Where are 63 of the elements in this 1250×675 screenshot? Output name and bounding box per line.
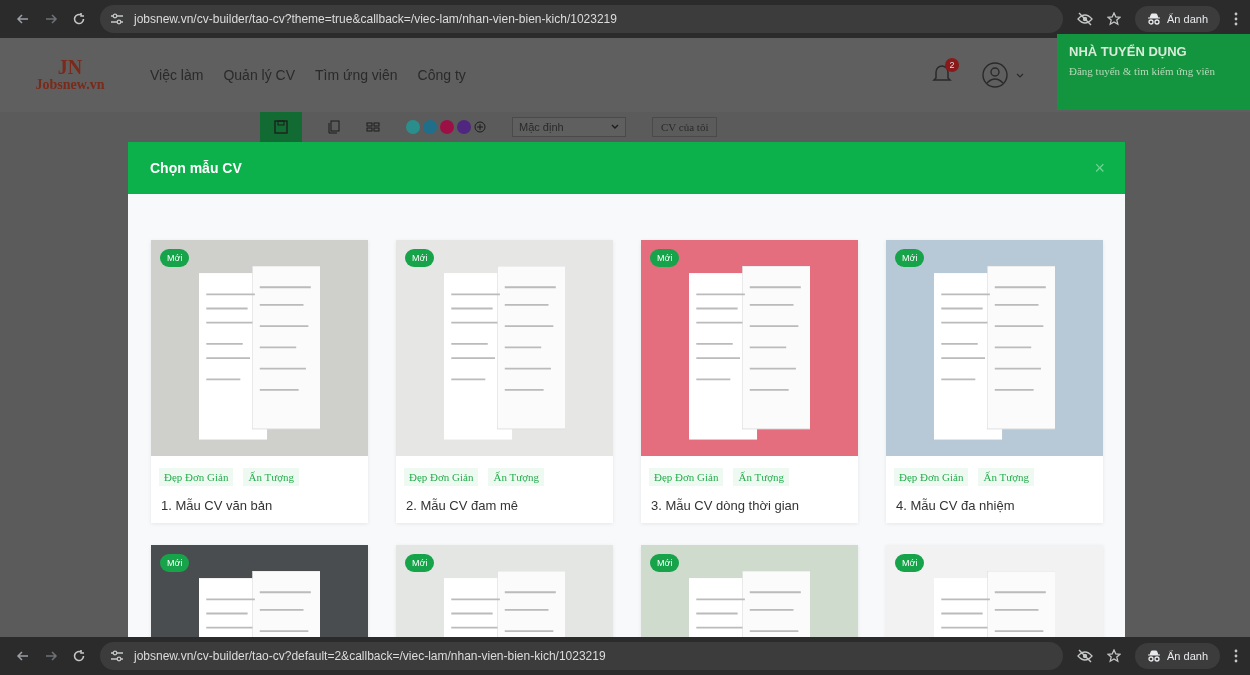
incognito-icon bbox=[1147, 650, 1161, 662]
menu-icon[interactable] bbox=[1234, 12, 1238, 26]
template-card[interactable]: Mới bbox=[886, 545, 1103, 637]
template-title[interactable]: 3. Mẫu CV dòng thời gian bbox=[641, 486, 858, 523]
notification-count: 2 bbox=[945, 58, 959, 72]
color-swatch[interactable] bbox=[457, 120, 471, 134]
style-tag[interactable]: Đẹp Đơn Giản bbox=[404, 468, 479, 486]
url-text: jobsnew.vn/cv-builder/tao-cv?default=2&callback=/viec-lam/nhan-vien-bien-kich/1023219 bbox=[134, 649, 606, 663]
logo-text: Jobsnew.vn bbox=[35, 77, 105, 93]
template-card[interactable]: Mới bbox=[641, 545, 858, 637]
new-badge: Mới bbox=[650, 249, 680, 267]
address-bar[interactable]: jobsnew.vn/cv-builder/tao-cv?default=2&callback=/viec-lam/nhan-vien-bien-kich/1023219 bbox=[100, 642, 1063, 670]
template-card[interactable]: Mới Đẹp Đơn Giản Ấn Tượng 4. Mẫu CV đa nhiệm bbox=[886, 240, 1103, 523]
url-text: jobsnew.vn/cv-builder/tao-cv?theme=true&callback=/viec-lam/nhan-vien-bien-kich/1023219 bbox=[134, 12, 617, 26]
site-settings-icon[interactable] bbox=[110, 650, 124, 662]
template-title[interactable]: 4. Mẫu CV đa nhiệm bbox=[886, 486, 1103, 523]
site-settings-icon[interactable] bbox=[110, 13, 124, 25]
back-icon[interactable] bbox=[16, 12, 30, 26]
new-badge: Mới bbox=[160, 554, 190, 572]
incognito-profile-button[interactable]: Ẩn danh bbox=[1135, 643, 1220, 669]
style-tag[interactable]: Ấn Tượng bbox=[733, 468, 789, 486]
style-tag[interactable]: Ấn Tượng bbox=[243, 468, 299, 486]
menu-icon[interactable] bbox=[1234, 649, 1238, 663]
template-title[interactable]: 2. Mẫu CV đam mê bbox=[396, 486, 613, 523]
color-swatch[interactable] bbox=[440, 120, 454, 134]
new-badge: Mới bbox=[405, 554, 435, 572]
eye-off-icon[interactable] bbox=[1077, 649, 1093, 663]
color-swatch[interactable] bbox=[423, 120, 437, 134]
new-badge: Mới bbox=[895, 554, 925, 572]
logo-mark: JN bbox=[57, 57, 83, 77]
reload-icon[interactable] bbox=[72, 12, 86, 26]
style-tag[interactable]: Đẹp Đơn Giản bbox=[894, 468, 969, 486]
new-badge: Mới bbox=[160, 249, 190, 267]
template-card[interactable]: Mới bbox=[396, 545, 613, 637]
address-bar[interactable]: jobsnew.vn/cv-builder/tao-cv?theme=true&callback=/viec-lam/nhan-vien-bien-kich/1023219 bbox=[100, 5, 1063, 33]
template-card[interactable]: Mới Đẹp Đơn Giản Ấn Tượng 3. Mẫu CV dòng thời gian bbox=[641, 240, 858, 523]
template-card[interactable]: Mới bbox=[151, 545, 368, 637]
new-badge: Mới bbox=[650, 554, 680, 572]
style-tag[interactable]: Ấn Tượng bbox=[978, 468, 1034, 486]
employer-subtitle: Đăng tuyển & tìm kiếm ứng viên bbox=[1069, 65, 1216, 77]
incognito-icon bbox=[1147, 13, 1161, 25]
employer-banner[interactable]: NHÀ TUYỂN DỤNG Đăng tuyển & tìm kiếm ứng viên bbox=[1057, 34, 1250, 110]
template-card[interactable]: Mới Đẹp Đơn Giản Ấn Tượng 2. Mẫu CV đam mê bbox=[396, 240, 613, 523]
bookmark-star-icon[interactable] bbox=[1107, 12, 1121, 26]
new-badge: Mới bbox=[895, 249, 925, 267]
employer-title: NHÀ TUYỂN DỤNG bbox=[1069, 44, 1188, 59]
incognito-profile-button[interactable]: Ẩn danh bbox=[1135, 6, 1220, 32]
style-tag[interactable]: Đẹp Đơn Giản bbox=[649, 468, 724, 486]
bookmark-star-icon[interactable] bbox=[1107, 649, 1121, 663]
style-tag[interactable]: Đẹp Đơn Giản bbox=[159, 468, 234, 486]
template-title[interactable]: 1. Mẫu CV văn bản bbox=[151, 486, 368, 523]
reload-icon[interactable] bbox=[72, 649, 86, 663]
new-badge: Mới bbox=[405, 249, 435, 267]
back-icon[interactable] bbox=[16, 649, 30, 663]
color-swatch[interactable] bbox=[406, 120, 420, 134]
template-card[interactable]: Mới Đẹp Đơn Giản Ấn Tượng 1. Mẫu CV văn bản bbox=[151, 240, 368, 523]
style-tag[interactable]: Ấn Tượng bbox=[488, 468, 544, 486]
eye-off-icon[interactable] bbox=[1077, 12, 1093, 26]
forward-icon[interactable] bbox=[44, 12, 58, 26]
forward-icon[interactable] bbox=[44, 649, 58, 663]
notification-bell-icon[interactable] bbox=[931, 62, 953, 84]
add-color-icon[interactable] bbox=[474, 121, 486, 133]
modal-title: Chọn mẫu CV bbox=[150, 160, 242, 176]
